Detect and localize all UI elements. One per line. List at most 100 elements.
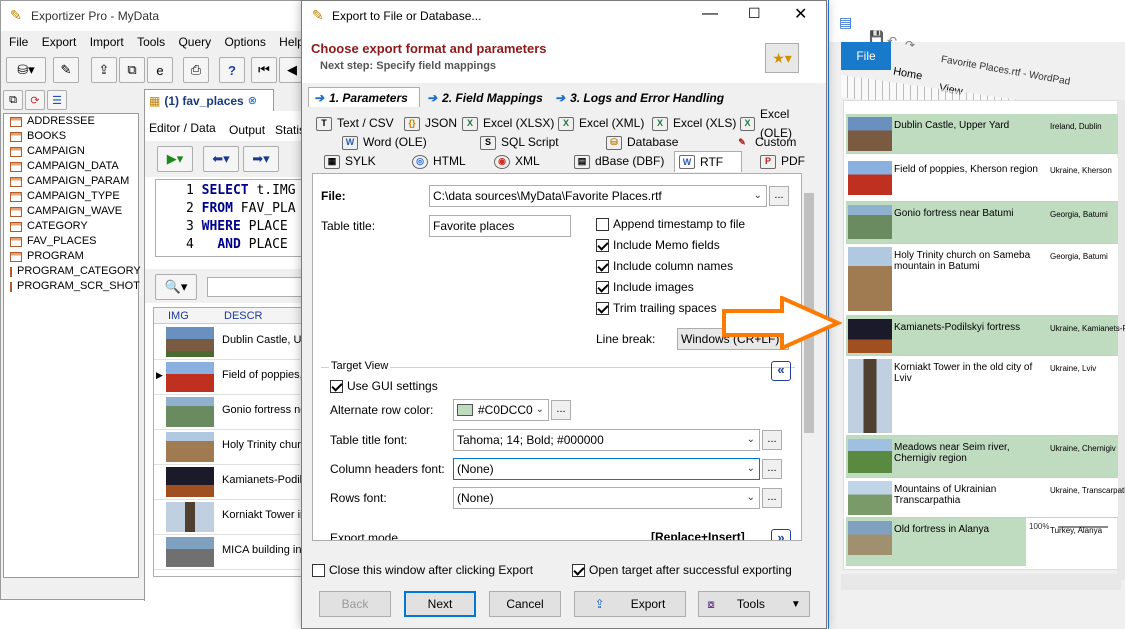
table-row[interactable]: Gonio fortress ne <box>154 395 302 430</box>
wordpad-file-tab[interactable]: File <box>841 42 891 70</box>
print-button[interactable]: ⎙ <box>183 57 209 83</box>
format-word-ole[interactable]: W Word (OLE) <box>338 133 427 152</box>
expand-button[interactable]: » <box>771 529 791 540</box>
format-html[interactable]: ◎ HTML <box>408 152 466 171</box>
use-gui-checkbox[interactable]: Use GUI settings <box>330 379 438 393</box>
menu-file[interactable]: File <box>9 35 28 49</box>
menu-query[interactable]: Query <box>178 35 211 49</box>
table-row[interactable]: Korniakt Tower in <box>154 500 302 535</box>
list-button[interactable]: ☰ <box>47 90 67 110</box>
browse-file-button[interactable]: ... <box>769 186 789 206</box>
chevron-down-icon[interactable]: ⌄ <box>747 488 755 508</box>
format-excel-xls[interactable]: X Excel (XLS) <box>648 114 736 133</box>
file-path-field[interactable]: C:\data sources\MyData\Favorite Places.r… <box>429 185 767 207</box>
table-row[interactable]: MICA building in <box>154 535 302 570</box>
format-sylk[interactable]: ▦ SYLK <box>320 152 376 171</box>
option-checkbox[interactable]: Trim trailing spaces <box>596 301 717 315</box>
table-item[interactable]: CAMPAIGN <box>4 144 138 159</box>
close-tab-icon[interactable]: ⊗ <box>248 94 257 107</box>
export-button[interactable]: ⇪ <box>91 57 117 83</box>
table-row[interactable]: Holy Trinity churc <box>154 430 302 465</box>
export-run-button[interactable]: ⇪ Export <box>574 591 686 617</box>
copy-button[interactable]: ⧉ <box>119 57 145 83</box>
option-checkbox[interactable]: Append timestamp to file <box>596 217 745 231</box>
find-button[interactable]: 🔍▾ <box>155 274 197 300</box>
edit-data-button[interactable]: e <box>147 57 173 83</box>
table-item[interactable]: CAMPAIGN_WAVE <box>4 204 138 219</box>
step-tab-logs[interactable]: ➔ 3. Logs and Error Handling <box>550 89 730 107</box>
checkbox[interactable] <box>312 563 325 577</box>
format-xml[interactable]: ◉ XML <box>490 152 540 171</box>
tables-view-button[interactable]: ⧉ <box>3 90 23 110</box>
checkbox[interactable] <box>572 563 585 577</box>
checkbox[interactable] <box>596 238 609 252</box>
format-custom[interactable]: ✎ Custom <box>730 133 796 152</box>
format-excel-xml[interactable]: X Excel (XML) <box>554 114 644 133</box>
edit-button[interactable]: ✎ <box>53 57 79 83</box>
chevron-down-icon[interactable]: ⌄ <box>536 400 544 420</box>
redo-icon[interactable]: ↷ <box>905 38 915 52</box>
table-item[interactable]: CAMPAIGN_DATA <box>4 159 138 174</box>
forward-nav-button[interactable]: ➡▾ <box>243 146 279 172</box>
table-row[interactable]: Dublin Castle, Up <box>154 325 302 360</box>
checkbox[interactable] <box>596 259 609 273</box>
sql-editor[interactable]: 1 SELECT t.IMG 2 FROM FAV_PLA 3 WHERE PL… <box>155 179 307 257</box>
format-database[interactable]: ⛁ Database <box>602 133 678 152</box>
column-font-select[interactable]: (None) ⌄ <box>453 458 760 480</box>
option-checkbox[interactable]: Include images <box>596 280 694 294</box>
help-button[interactable]: ? <box>219 57 245 83</box>
title-font-select[interactable]: Tahoma; 14; Bold; #000000 ⌄ <box>453 429 760 451</box>
rows-font-select[interactable]: (None) ⌄ <box>453 487 760 509</box>
table-item[interactable]: PROGRAM_CATEGORY <box>4 264 141 279</box>
menu-export[interactable]: Export <box>42 35 77 49</box>
back-button[interactable]: Back <box>319 591 391 617</box>
close-icon[interactable]: ✕ <box>794 4 807 24</box>
wordpad-hscroll[interactable] <box>841 574 1121 590</box>
step-tab-mappings[interactable]: ➔ 2. Field Mappings <box>422 89 548 107</box>
format-sql-script[interactable]: S SQL Script <box>476 133 559 152</box>
alt-color-button[interactable]: ... <box>551 400 571 420</box>
back-nav-button[interactable]: ⬅▾ <box>203 146 239 172</box>
first-record-button[interactable]: ⏮ <box>251 57 277 83</box>
chevron-down-icon[interactable]: ⌄ <box>754 186 762 206</box>
alt-color-select[interactable]: #C0DCC0 ⌄ <box>453 399 549 421</box>
format-pdf[interactable]: P PDF <box>756 152 805 171</box>
open-target-checkbox[interactable]: Open target after successful exporting <box>572 563 792 577</box>
menu-options[interactable]: Options <box>224 35 265 49</box>
checkbox[interactable] <box>596 280 609 294</box>
chevron-down-icon[interactable]: ▼ <box>791 599 801 610</box>
format-rtf[interactable]: W RTF <box>674 151 742 172</box>
checkbox[interactable] <box>330 379 343 393</box>
sub-tab-output[interactable]: Output <box>229 123 265 137</box>
refresh-button[interactable]: ⟳ <box>25 90 45 110</box>
column-font-button[interactable]: ... <box>762 459 782 479</box>
col-descr[interactable]: DESCR <box>224 310 263 322</box>
favorites-button[interactable]: ★▾ <box>765 43 799 73</box>
tools-button[interactable]: ⧇ Tools ▼ <box>698 591 810 617</box>
rows-font-button[interactable]: ... <box>762 488 782 508</box>
wordpad-tab-home[interactable]: Home <box>892 66 923 83</box>
table-item[interactable]: CATEGORY <box>4 219 138 234</box>
filter-input[interactable] <box>207 277 307 297</box>
chevron-down-icon[interactable]: ⌄ <box>747 459 755 479</box>
step-tab-parameters[interactable]: ➔ 1. Parameters <box>308 87 420 107</box>
table-row[interactable]: ▶ Field of poppies, <box>154 360 302 395</box>
table-title-field[interactable]: Favorite places <box>429 215 571 237</box>
next-button[interactable]: Next <box>404 591 476 617</box>
checkbox[interactable] <box>596 217 609 231</box>
minimize-icon[interactable]: — <box>702 5 718 23</box>
format-text-csv[interactable]: T Text / CSV <box>312 114 394 133</box>
wordpad-vscroll[interactable] <box>1117 100 1125 580</box>
close-after-checkbox[interactable]: Close this window after clicking Export <box>312 563 533 577</box>
table-item[interactable]: CAMPAIGN_TYPE <box>4 189 138 204</box>
table-item[interactable]: FAV_PLACES <box>4 234 138 249</box>
cancel-button[interactable]: Cancel <box>489 591 561 617</box>
maximize-icon[interactable]: ☐ <box>748 5 761 22</box>
doc-tab[interactable]: ▦ (1) fav_places ⊗ <box>144 89 274 111</box>
panel-scrollbar[interactable] <box>802 177 816 539</box>
table-item[interactable]: PROGRAM_SCR_SHOT <box>4 279 140 294</box>
table-item[interactable]: BOOKS <box>4 129 138 144</box>
checkbox[interactable] <box>596 301 609 315</box>
option-checkbox[interactable]: Include Memo fields <box>596 238 720 252</box>
table-row[interactable]: Kamianets-Podils <box>154 465 302 500</box>
